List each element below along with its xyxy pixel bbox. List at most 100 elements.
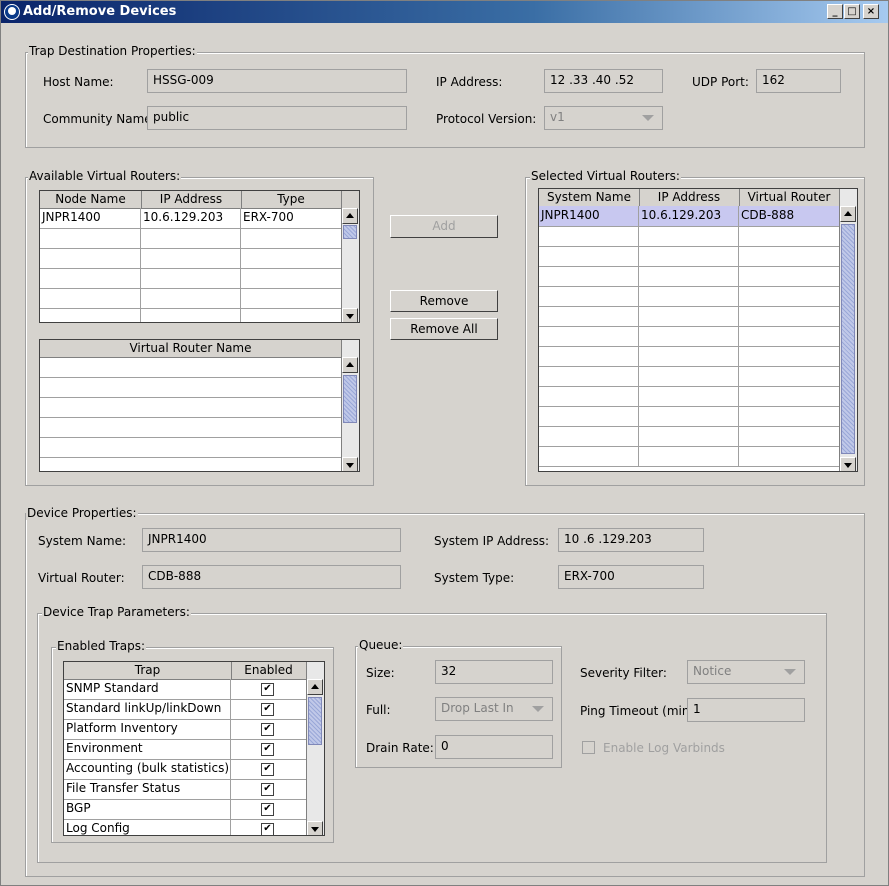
column-header-type[interactable]: Type bbox=[241, 191, 342, 208]
ping-timeout-label: Ping Timeout (min): bbox=[580, 704, 699, 718]
table-row[interactable] bbox=[539, 386, 841, 407]
device-trap-parameters-title: Device Trap Parameters: bbox=[42, 605, 191, 619]
column-header-enabled[interactable]: Enabled bbox=[231, 662, 307, 679]
checkbox-icon[interactable]: ✔ bbox=[261, 703, 274, 716]
vertical-scrollbar[interactable] bbox=[341, 340, 359, 471]
scroll-thumb[interactable] bbox=[841, 224, 855, 454]
table-row[interactable] bbox=[539, 366, 841, 387]
table-row[interactable]: Log Config ✔ bbox=[64, 819, 307, 835]
remove-button[interactable]: Remove bbox=[390, 290, 498, 312]
table-row[interactable]: Standard linkUp/linkDown ✔ bbox=[64, 699, 307, 720]
arrow-down-icon bbox=[844, 463, 852, 468]
arrow-up-icon bbox=[844, 211, 852, 216]
table-row[interactable] bbox=[539, 266, 841, 287]
table-row[interactable]: Environment ✔ bbox=[64, 739, 307, 760]
system-type-field[interactable]: ERX-700 bbox=[558, 565, 704, 589]
scroll-down-button[interactable] bbox=[342, 457, 358, 471]
checkbox-icon[interactable]: ✔ bbox=[261, 803, 274, 816]
scroll-thumb[interactable] bbox=[343, 375, 357, 423]
table-row[interactable]: JNPR1400 10.6.129.203 ERX-700 bbox=[40, 208, 342, 229]
table-row[interactable] bbox=[539, 286, 841, 307]
system-name-field[interactable]: JNPR1400 bbox=[142, 528, 401, 552]
table-row[interactable] bbox=[40, 357, 342, 378]
size-field[interactable]: 32 bbox=[435, 660, 553, 684]
table-row[interactable] bbox=[40, 397, 342, 418]
arrow-down-icon bbox=[346, 314, 354, 319]
table-row[interactable]: Platform Inventory ✔ bbox=[64, 719, 307, 740]
table-row[interactable] bbox=[40, 268, 342, 289]
host-name-field[interactable]: HSSG-009 bbox=[147, 69, 407, 93]
checkbox-icon[interactable]: ✔ bbox=[261, 783, 274, 796]
enable-log-varbinds-checkbox[interactable] bbox=[582, 741, 595, 754]
vertical-scrollbar[interactable] bbox=[839, 189, 857, 471]
checkbox-icon[interactable]: ✔ bbox=[261, 723, 274, 736]
table-row[interactable] bbox=[40, 308, 342, 322]
scroll-up-button[interactable] bbox=[307, 679, 323, 695]
virtual-router-field[interactable]: CDB-888 bbox=[142, 565, 401, 589]
table-row[interactable]: JNPR1400 10.6.129.203 CDB-888 bbox=[539, 206, 841, 227]
close-button[interactable]: × bbox=[863, 4, 879, 19]
severity-filter-select[interactable]: Notice bbox=[687, 660, 805, 684]
drain-rate-field[interactable]: 0 bbox=[435, 735, 553, 759]
protocol-version-select[interactable]: v1 bbox=[544, 106, 663, 130]
add-button[interactable]: Add bbox=[390, 215, 498, 238]
title-bar[interactable]: Add/Remove Devices _ □ × bbox=[1, 1, 888, 23]
trap-name-cell: Standard linkUp/linkDown bbox=[64, 699, 231, 719]
table-row[interactable] bbox=[40, 437, 342, 458]
protocol-version-label: Protocol Version: bbox=[436, 112, 537, 126]
checkbox-icon[interactable]: ✔ bbox=[261, 743, 274, 756]
table-row[interactable] bbox=[40, 417, 342, 438]
table-row[interactable] bbox=[539, 406, 841, 427]
virtual-router-cell: CDB-888 bbox=[739, 206, 841, 226]
table-row[interactable] bbox=[539, 246, 841, 267]
scroll-thumb[interactable] bbox=[343, 225, 357, 239]
checkbox-icon[interactable]: ✔ bbox=[261, 823, 274, 835]
udp-port-field[interactable]: 162 bbox=[756, 69, 841, 93]
minimize-button[interactable]: _ bbox=[827, 4, 843, 19]
ip-address-field[interactable]: 12 .33 .40 .52 bbox=[544, 69, 663, 93]
table-row[interactable]: Accounting (bulk statistics) ✔ bbox=[64, 759, 307, 780]
column-header-trap[interactable]: Trap bbox=[64, 662, 232, 679]
chevron-down-icon bbox=[784, 669, 796, 675]
community-name-field[interactable]: public bbox=[147, 106, 407, 130]
table-row[interactable] bbox=[539, 426, 841, 447]
table-row[interactable] bbox=[40, 248, 342, 269]
table-row[interactable] bbox=[539, 226, 841, 247]
scroll-down-button[interactable] bbox=[840, 457, 856, 471]
system-ip-field[interactable]: 10 .6 .129.203 bbox=[558, 528, 704, 552]
table-row[interactable] bbox=[539, 346, 841, 367]
table-row[interactable] bbox=[40, 288, 342, 309]
scroll-thumb[interactable] bbox=[308, 697, 322, 745]
table-row[interactable] bbox=[40, 377, 342, 398]
table-row[interactable] bbox=[539, 326, 841, 347]
full-select[interactable]: Drop Last In bbox=[435, 697, 553, 721]
selected-virtual-routers-title: Selected Virtual Routers: bbox=[530, 169, 681, 183]
available-virtual-routers-title: Available Virtual Routers: bbox=[28, 169, 182, 183]
column-header-ip-address[interactable]: IP Address bbox=[141, 191, 242, 208]
scroll-down-button[interactable] bbox=[342, 308, 358, 322]
ping-timeout-field[interactable]: 1 bbox=[687, 698, 805, 722]
trap-name-cell: File Transfer Status bbox=[64, 779, 231, 799]
checkbox-icon[interactable]: ✔ bbox=[261, 683, 274, 696]
checkbox-icon[interactable]: ✔ bbox=[261, 763, 274, 776]
column-header-system-name[interactable]: System Name bbox=[539, 189, 640, 206]
table-row[interactable]: SNMP Standard ✔ bbox=[64, 679, 307, 700]
vertical-scrollbar[interactable] bbox=[341, 208, 359, 322]
column-header-ip-address[interactable]: IP Address bbox=[639, 189, 740, 206]
column-header-virtual-router[interactable]: Virtual Router bbox=[739, 189, 840, 206]
scroll-up-button[interactable] bbox=[342, 208, 358, 224]
remove-all-button[interactable]: Remove All bbox=[390, 318, 498, 340]
scroll-up-button[interactable] bbox=[342, 357, 358, 373]
maximize-button[interactable]: □ bbox=[844, 4, 860, 19]
column-header-virtual-router-name[interactable]: Virtual Router Name bbox=[40, 340, 342, 357]
scroll-down-button[interactable] bbox=[307, 821, 323, 835]
traps-table: Trap Enabled SNMP Standard ✔ Standard li… bbox=[63, 661, 325, 836]
table-row[interactable] bbox=[40, 228, 342, 249]
table-row[interactable]: BGP ✔ bbox=[64, 799, 307, 820]
table-row[interactable] bbox=[539, 306, 841, 327]
scroll-up-button[interactable] bbox=[840, 206, 856, 222]
vertical-scrollbar[interactable] bbox=[306, 662, 324, 835]
table-row[interactable]: File Transfer Status ✔ bbox=[64, 779, 307, 800]
column-header-node-name[interactable]: Node Name bbox=[40, 191, 142, 208]
table-row[interactable] bbox=[539, 446, 841, 467]
